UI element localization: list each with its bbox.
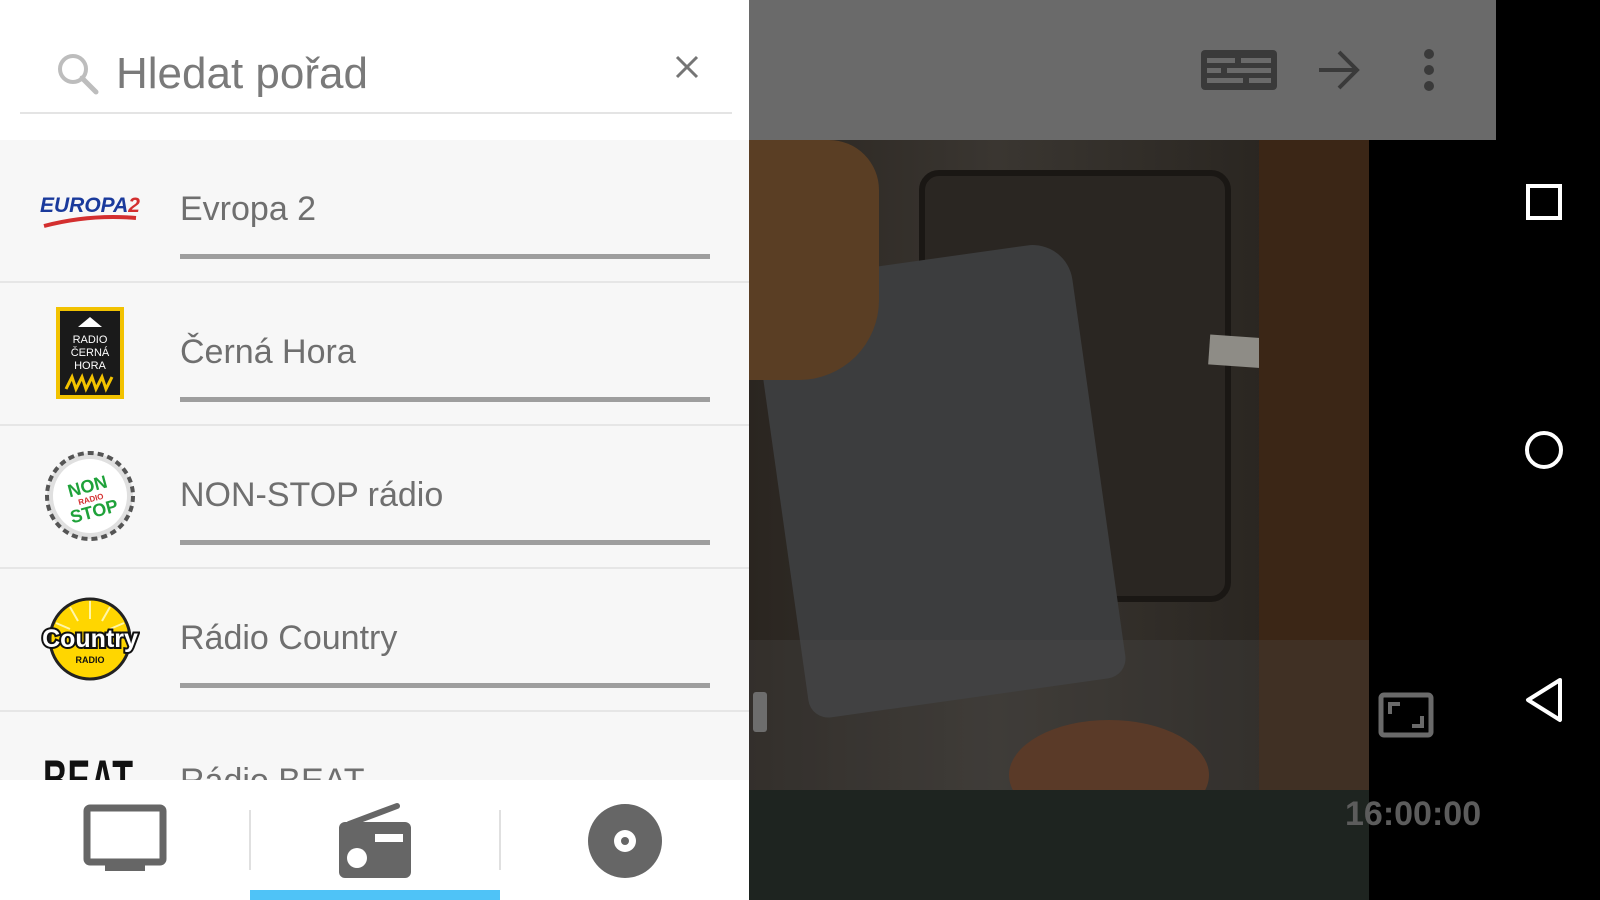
system-navigation-bar xyxy=(1496,0,1600,900)
video-frame xyxy=(1369,140,1496,900)
svg-text:Country: Country xyxy=(42,625,138,653)
nonstop-radio-logo: NON RADIO STOP xyxy=(40,446,140,546)
station-name: Rádio Country xyxy=(180,619,398,657)
search-icon xyxy=(56,52,100,101)
selected-tab-indicator xyxy=(250,890,500,900)
station-row-cerna-hora[interactable]: RADIO ČERNÁ HORA Černá Hora xyxy=(0,283,749,426)
search-input[interactable] xyxy=(116,44,636,104)
svg-text:HORA: HORA xyxy=(74,360,106,372)
station-level-bar xyxy=(180,397,710,402)
video-frame xyxy=(749,140,879,380)
home-icon[interactable] xyxy=(1522,428,1566,477)
close-icon[interactable] xyxy=(672,52,702,87)
station-level-bar xyxy=(180,683,710,688)
svg-text:RADIO: RADIO xyxy=(76,655,105,665)
station-name: Černá Hora xyxy=(180,333,356,371)
europa2-logo: EUROPA2 xyxy=(40,160,140,260)
seek-handle[interactable] xyxy=(753,692,767,732)
station-row-nonstop[interactable]: NON RADIO STOP NON-STOP rádio xyxy=(0,426,749,569)
back-icon[interactable] xyxy=(1522,676,1566,729)
tab-radio[interactable] xyxy=(250,780,500,900)
svg-text:ČERNÁ: ČERNÁ xyxy=(71,346,110,359)
svg-text:EUROPA2: EUROPA2 xyxy=(40,194,140,217)
station-level-bar xyxy=(180,254,710,259)
radio-beat-logo: BEAT xyxy=(40,732,140,780)
bottom-tab-bar xyxy=(0,780,749,900)
program-guide-icon[interactable] xyxy=(1199,48,1279,97)
tab-tv[interactable] xyxy=(0,780,250,900)
station-list: EUROPA2 Evropa 2 RADIO ČERNÁ HORA Černá … xyxy=(0,140,749,780)
radio-country-logo: Country RADIO xyxy=(40,589,140,689)
video-frame xyxy=(749,790,1369,900)
station-row-radio-beat[interactable]: BEAT Rádio BEAT xyxy=(0,712,749,780)
station-row-radio-country[interactable]: Country RADIO Rádio Country xyxy=(0,569,749,712)
station-name: Rádio BEAT xyxy=(180,762,365,780)
recents-icon[interactable] xyxy=(1522,180,1566,229)
tab-disc[interactable] xyxy=(500,780,749,900)
station-row-evropa-2[interactable]: EUROPA2 Evropa 2 xyxy=(0,140,749,283)
station-level-bar xyxy=(180,540,710,545)
more-vert-icon[interactable] xyxy=(1421,48,1437,97)
station-name: Evropa 2 xyxy=(180,190,317,228)
radio-cerna-hora-logo: RADIO ČERNÁ HORA xyxy=(40,303,140,403)
playback-time: 16:00:00 xyxy=(1345,795,1482,833)
search-underline xyxy=(20,112,732,114)
search-bar xyxy=(0,0,749,140)
fullscreen-icon[interactable] xyxy=(1378,692,1434,743)
svg-text:RADIO: RADIO xyxy=(73,334,108,346)
station-name: NON-STOP rádio xyxy=(180,476,444,514)
arrow-forward-icon[interactable] xyxy=(1317,48,1361,97)
svg-text:BEAT: BEAT xyxy=(43,749,133,780)
player-toolbar xyxy=(749,0,1496,140)
station-drawer: EUROPA2 Evropa 2 RADIO ČERNÁ HORA Černá … xyxy=(0,0,749,900)
